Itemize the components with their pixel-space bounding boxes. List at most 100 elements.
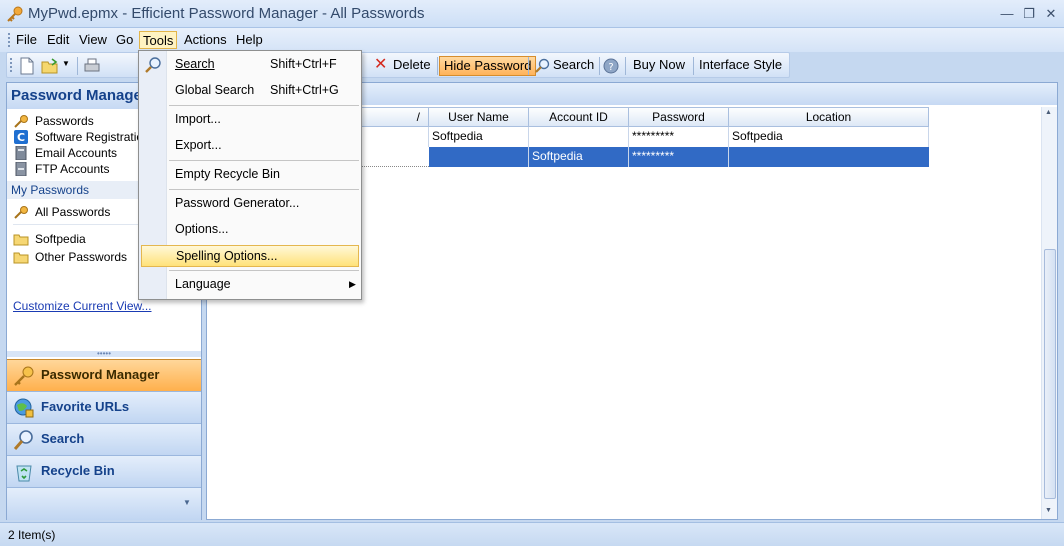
tools-menu-dropdown: Search Shift+Ctrl+F Global Search Shift+… bbox=[138, 50, 362, 300]
vertical-scrollbar[interactable]: ▲ ▼ bbox=[1041, 107, 1057, 519]
menu-item-language[interactable]: Language ▶ bbox=[141, 274, 359, 296]
minimize-icon[interactable]: — bbox=[998, 6, 1016, 22]
nav-search[interactable]: Search bbox=[7, 423, 201, 455]
open-dropdown-arrow-icon[interactable]: ▼ bbox=[62, 59, 70, 68]
menu-item-export[interactable]: Export... bbox=[141, 135, 359, 157]
folder-softpedia[interactable]: Softpedia bbox=[13, 231, 86, 248]
nav-favorite-urls[interactable]: Favorite URLs bbox=[7, 391, 201, 423]
category-label: FTP Accounts bbox=[35, 162, 110, 176]
menu-item-search[interactable]: Search Shift+Ctrl+F bbox=[141, 54, 359, 76]
open-folder-icon[interactable] bbox=[41, 57, 59, 75]
folder-label: Softpedia bbox=[35, 232, 86, 246]
menu-item-label: Language bbox=[175, 277, 231, 291]
folder-icon bbox=[13, 252, 29, 264]
menu-item-empty-recycle-bin[interactable]: Empty Recycle Bin bbox=[141, 164, 359, 186]
menu-shortcut: Shift+Ctrl+F bbox=[270, 57, 337, 71]
category-software-registration[interactable]: C Software Registration bbox=[13, 129, 150, 146]
menu-item-label: Search bbox=[175, 57, 215, 71]
nav-label: Search bbox=[41, 431, 85, 446]
nav-label: Recycle Bin bbox=[41, 463, 115, 478]
menu-tools[interactable]: Tools bbox=[139, 31, 178, 49]
svg-text:?: ? bbox=[608, 62, 613, 73]
category-ftp-accounts[interactable]: FTP Accounts bbox=[13, 161, 109, 178]
interface-style-button[interactable]: Interface Style ▼ bbox=[695, 56, 789, 89]
restore-icon[interactable]: ❐ bbox=[1020, 6, 1038, 22]
column-header-location[interactable]: Location bbox=[729, 107, 929, 127]
svg-text:C: C bbox=[17, 131, 25, 144]
search-icon bbox=[535, 58, 550, 73]
menu-item-label: Global Search bbox=[175, 83, 255, 97]
cell-password: ********* bbox=[629, 127, 729, 147]
email-server-icon bbox=[15, 146, 27, 160]
category-passwords[interactable]: Passwords bbox=[13, 113, 94, 130]
cell-account-id: Softpedia bbox=[529, 147, 629, 167]
pane-splitter[interactable]: ••••• bbox=[7, 350, 201, 358]
item-count: 2 Item(s) bbox=[8, 528, 56, 542]
key-icon bbox=[7, 6, 23, 22]
scrollbar-thumb[interactable] bbox=[1044, 249, 1056, 499]
key-icon bbox=[14, 115, 28, 128]
scroll-up-arrow-icon[interactable]: ▲ bbox=[1045, 109, 1052, 116]
folder-other-passwords[interactable]: Other Passwords bbox=[13, 249, 127, 266]
scroll-down-arrow-icon[interactable]: ▼ bbox=[1045, 507, 1052, 514]
delete-label: Delete bbox=[393, 57, 431, 72]
print-icon[interactable] bbox=[83, 57, 101, 75]
category-label: Software Registration bbox=[35, 130, 150, 144]
toolbar-separator bbox=[77, 57, 78, 75]
menu-file[interactable]: File bbox=[13, 31, 40, 49]
globe-lock-icon bbox=[14, 398, 34, 418]
customize-view-link[interactable]: Customize Current View... bbox=[13, 299, 152, 313]
category-label: Passwords bbox=[35, 114, 94, 128]
new-document-icon[interactable] bbox=[19, 57, 35, 75]
menu-edit[interactable]: Edit bbox=[44, 31, 72, 49]
window-title: MyPwd.epmx - Efficient Password Manager … bbox=[28, 5, 425, 22]
recycle-bin-icon bbox=[16, 465, 32, 482]
folder-label: Other Passwords bbox=[35, 250, 128, 264]
menu-actions[interactable]: Actions bbox=[181, 31, 230, 49]
column-header-password[interactable]: Password bbox=[629, 107, 729, 127]
column-header-user-name[interactable]: User Name bbox=[429, 107, 529, 127]
menu-help[interactable]: Help bbox=[233, 31, 266, 49]
folder-all-passwords[interactable]: All Passwords bbox=[13, 204, 110, 221]
cell-account-id bbox=[529, 127, 629, 147]
folder-label: All Passwords bbox=[35, 205, 111, 219]
nav-label: Password Manager bbox=[41, 367, 160, 382]
menu-item-import[interactable]: Import... bbox=[141, 109, 359, 131]
close-icon[interactable]: ✕ bbox=[1042, 6, 1060, 22]
hide-password-button[interactable]: Hide Password bbox=[439, 56, 537, 76]
category-email-accounts[interactable]: Email Accounts bbox=[13, 145, 117, 162]
buy-now-button[interactable]: Buy Now bbox=[629, 56, 689, 76]
search-button[interactable]: Search bbox=[531, 56, 598, 76]
menu-separator bbox=[169, 189, 359, 190]
software-c-icon: C bbox=[14, 130, 28, 144]
menubar-grip bbox=[8, 33, 11, 47]
menu-item-password-generator[interactable]: Password Generator... bbox=[141, 193, 359, 215]
menu-separator bbox=[169, 270, 359, 271]
toolbar-grip bbox=[10, 58, 13, 72]
key-icon bbox=[14, 206, 28, 219]
column-header-account-id[interactable]: Account ID bbox=[529, 107, 629, 127]
menu-item-global-search[interactable]: Global Search Shift+Ctrl+G bbox=[141, 80, 359, 102]
help-icon[interactable]: ? bbox=[603, 58, 619, 74]
menu-item-options[interactable]: Options... bbox=[141, 219, 359, 241]
toolbar-separator bbox=[625, 57, 626, 75]
menu-shortcut: Shift+Ctrl+G bbox=[270, 83, 339, 97]
menu-item-spelling-options[interactable]: Spelling Options... bbox=[141, 245, 359, 267]
key-icon bbox=[14, 366, 34, 386]
menu-view[interactable]: View bbox=[76, 31, 110, 49]
menu-bar: File Edit View Go Tools Actions Help bbox=[0, 28, 1064, 52]
nav-recycle-bin[interactable]: Recycle Bin bbox=[7, 455, 201, 487]
ftp-server-icon bbox=[15, 162, 27, 176]
toolbar-separator bbox=[437, 57, 438, 75]
nav-password-manager[interactable]: Password Manager bbox=[7, 359, 201, 391]
cell-user-name bbox=[429, 147, 529, 167]
toolbar-separator bbox=[693, 57, 694, 75]
sort-indicator: / bbox=[416, 110, 420, 124]
folder-icon bbox=[13, 234, 29, 246]
nav-overflow-chevron-icon: ▼ bbox=[183, 498, 191, 507]
cell-location bbox=[729, 147, 929, 167]
delete-button[interactable]: ✕ Delete bbox=[371, 56, 435, 76]
cell-location: Softpedia bbox=[729, 127, 929, 147]
menu-go[interactable]: Go bbox=[113, 31, 136, 49]
nav-overflow-bar[interactable]: ▼ bbox=[7, 487, 201, 520]
